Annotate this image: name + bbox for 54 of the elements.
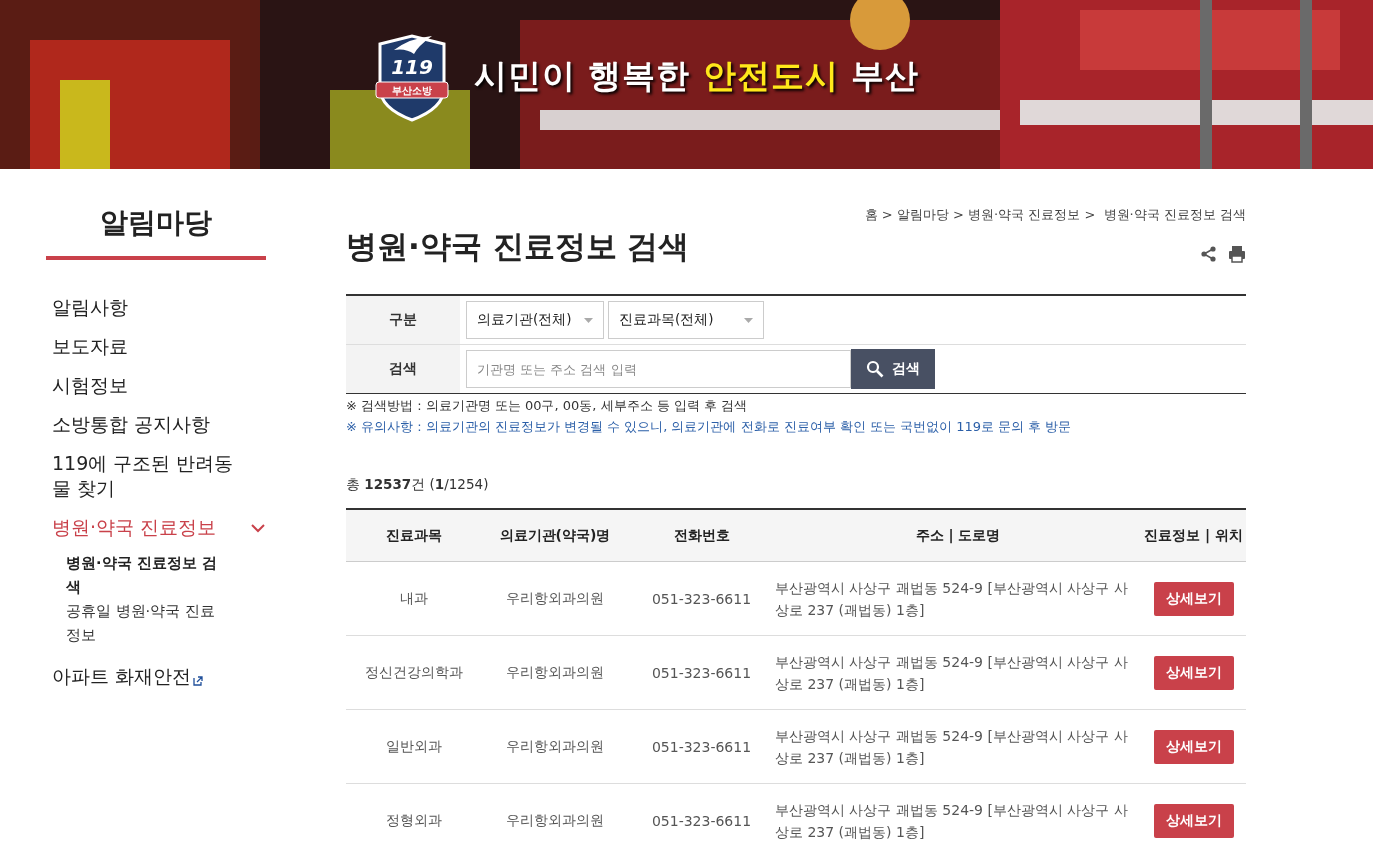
dropdown[interactable]: 의료기관(전체): [466, 301, 604, 339]
external-link-icon: [193, 676, 204, 686]
detail-button[interactable]: 상세보기: [1153, 581, 1234, 616]
field-label: 구분: [346, 296, 460, 344]
note-text: ※ 검색방법 : 의료기관명 또는 00구, 00동, 세부주소 등 입력 후 검색: [346, 397, 749, 415]
table-cell: 일반외과: [346, 709, 482, 784]
submenu-item[interactable]: 공휴일 병원·약국 진료정보: [66, 599, 226, 647]
print-icon[interactable]: [1228, 245, 1246, 263]
menu-item[interactable]: 소방통합 공지사항: [52, 405, 242, 444]
detail-button[interactable]: 상세보기: [1153, 655, 1234, 690]
table-cell: 부산광역시 사상구 괘법동 524-9 [부산광역시 사상구 사상로 237 (괘법동) 1층]: [775, 635, 1141, 710]
detail-button[interactable]: 상세보기: [1153, 803, 1234, 838]
menu-item[interactable]: 시험정보: [52, 366, 242, 405]
table-cell: 051-323-6611: [628, 635, 775, 710]
search-icon: [866, 360, 884, 378]
menu-item[interactable]: 보도자료: [52, 327, 242, 366]
menu-item[interactable]: 아파트 화재안전: [52, 657, 242, 696]
submenu-item[interactable]: 병원·약국 진료정보 검색: [66, 551, 226, 599]
field-label: 검색: [346, 345, 460, 393]
menu-item[interactable]: 119에 구조된 반려동물 찾기: [52, 444, 242, 508]
table-cell: 우리항외과의원: [482, 783, 628, 848]
caret-icon: [584, 317, 593, 323]
table-cell: 051-323-6611: [628, 709, 775, 784]
table-cell: 우리항외과의원: [482, 709, 628, 784]
caret-icon: [744, 317, 753, 323]
table-cell: 051-323-6611: [628, 561, 775, 636]
dropdown[interactable]: 진료과목(전체): [608, 301, 764, 339]
search-button[interactable]: 검색: [851, 349, 935, 389]
column-header: 주소 | 도로명: [775, 509, 1141, 562]
column-header: 전화번호: [628, 509, 775, 562]
menu-item[interactable]: 알림사항: [52, 288, 242, 327]
slogan: 시민이 행복한 안전도시 부산: [474, 54, 920, 97]
table-cell: 우리항외과의원: [482, 561, 628, 636]
sidebar-title: 알림마당: [46, 204, 266, 260]
breadcrumb[interactable]: 홈 > 알림마당 > 병원·약국 진료정보 > 병원·약국 진료정보 검색: [346, 206, 1246, 224]
table-cell: 부산광역시 사상구 괘법동 524-9 [부산광역시 사상구 사상로 237 (괘법동) 1층]: [775, 561, 1141, 636]
menu-item[interactable]: 병원·약국 진료정보: [52, 508, 266, 547]
table-cell: 내과: [346, 561, 482, 636]
column-header: 진료정보 | 위치: [1141, 509, 1246, 562]
search-field[interactable]: 기관명 또는 주소 검색 입력: [466, 350, 851, 388]
column-header: 의료기관(약국)명: [482, 509, 628, 562]
table-cell: 부산광역시 사상구 괘법동 524-9 [부산광역시 사상구 사상로 237 (괘법동) 1층]: [775, 783, 1141, 848]
note-text: ※ 유의사항 : 의료기관의 진료정보가 변경될 수 있으니, 의료기관에 전화로 진료여부 확인 또는 국번없이 119로 문의 후 방문: [346, 418, 1073, 436]
table-cell: 051-323-6611: [628, 783, 775, 848]
share-icon[interactable]: [1200, 245, 1218, 263]
table-cell: 부산광역시 사상구 괘법동 524-9 [부산광역시 사상구 사상로 237 (괘법동) 1층]: [775, 709, 1141, 784]
table-cell: 우리항외과의원: [482, 635, 628, 710]
table-cell: 정신건강의학과: [346, 635, 482, 710]
detail-button[interactable]: 상세보기: [1153, 729, 1234, 764]
chevron-down-icon: [250, 523, 266, 533]
page-title: 병원·약국 진료정보 검색: [346, 227, 690, 266]
column-header: 진료과목: [346, 509, 482, 562]
table-cell: 정형외과: [346, 783, 482, 848]
result-count: 총 12537건 (1/1254): [346, 476, 490, 494]
